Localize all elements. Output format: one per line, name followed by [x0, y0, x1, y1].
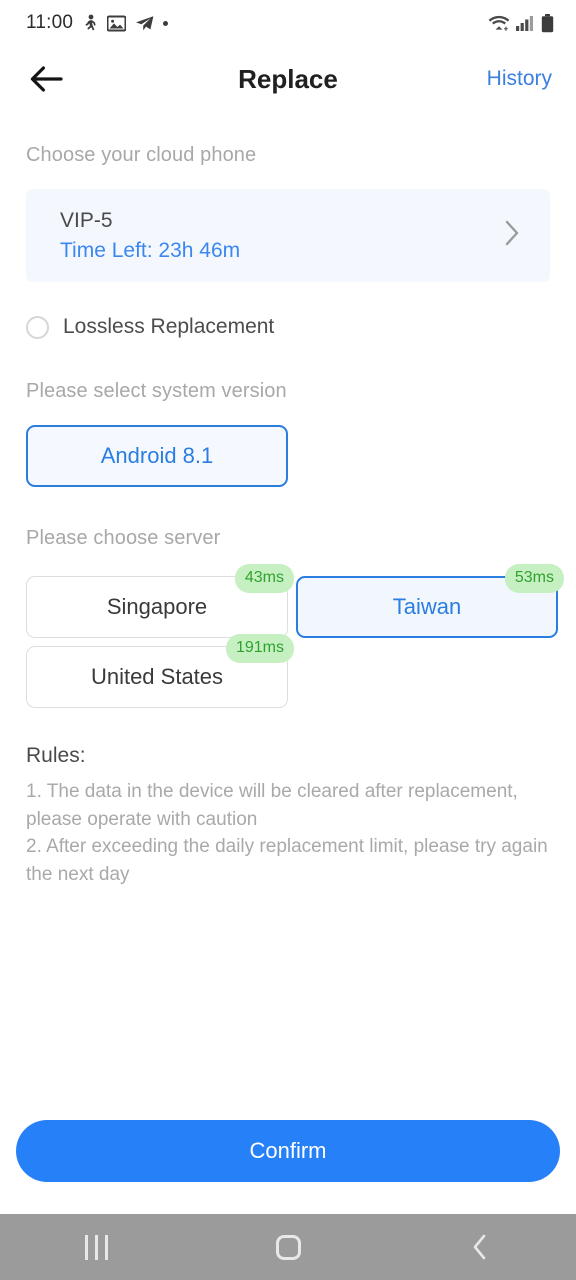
system-version-options: Android 8.1 — [26, 425, 550, 487]
server-section-label: Please choose server — [26, 527, 221, 549]
image-icon — [107, 15, 127, 31]
recents-icon — [84, 1234, 108, 1260]
confirm-button[interactable]: Confirm — [16, 1120, 560, 1182]
dot-icon — [163, 20, 169, 26]
lossless-replacement-option[interactable]: Lossless Replacement — [26, 312, 550, 342]
server-cell: Singapore 43ms — [26, 564, 294, 638]
server-ping-badge-united-states: 191ms — [225, 634, 294, 663]
system-version-option-android81[interactable]: Android 8.1 — [26, 425, 288, 487]
system-version-section-label: Please select system version — [26, 380, 287, 402]
cloud-phone-card[interactable]: VIP-5 Time Left: 23h 46m — [26, 189, 550, 282]
lossless-replacement-radio[interactable] — [26, 315, 49, 339]
rules-section: Rules: 1. The data in the device will be… — [26, 744, 550, 888]
signal-bars-icon — [516, 16, 533, 31]
app-header: Replace History — [0, 46, 576, 112]
nav-back-icon — [473, 1234, 486, 1260]
chevron-right-icon — [504, 220, 520, 251]
status-bar-left: 11:00 — [26, 12, 169, 34]
footer-actions: Confirm — [0, 1120, 576, 1214]
cloud-phone-card-texts: VIP-5 Time Left: 23h 46m — [60, 209, 240, 263]
home-icon — [275, 1234, 301, 1260]
person-walking-icon — [85, 14, 96, 31]
nav-recents-button[interactable] — [36, 1214, 156, 1280]
server-ping-badge-taiwan: 53ms — [504, 564, 564, 593]
nav-home-button[interactable] — [228, 1214, 348, 1280]
rules-body: 1. The data in the device will be cleare… — [26, 781, 548, 885]
status-bar: 11:00 — [0, 0, 576, 46]
rules-title: Rules: — [26, 744, 86, 767]
cloud-phone-section-label: Choose your cloud phone — [26, 144, 257, 166]
cloud-phone-name: VIP-5 — [60, 208, 113, 232]
android-navigation-bar — [0, 1214, 576, 1280]
status-bar-right — [488, 13, 554, 33]
history-link[interactable]: History — [487, 67, 552, 91]
battery-icon — [541, 13, 554, 32]
app-screen: 11:00 Replace History Choose your cloud … — [0, 0, 576, 1280]
lossless-replacement-label: Lossless Replacement — [63, 315, 275, 338]
server-cell: United States 191ms — [26, 634, 294, 708]
server-cell: Taiwan 53ms — [296, 564, 564, 638]
cloud-phone-time-left: Time Left: 23h 46m — [60, 238, 241, 262]
main-content: Choose your cloud phone VIP-5 Time Left:… — [0, 112, 576, 1120]
telegram-icon — [136, 15, 154, 30]
status-bar-clock: 11:00 — [26, 12, 74, 33]
nav-back-button[interactable] — [420, 1214, 540, 1280]
wifi-icon — [488, 15, 510, 31]
arrow-left-icon — [30, 66, 63, 92]
server-options: Singapore 43ms Taiwan 53ms United States… — [26, 564, 564, 708]
back-button[interactable] — [24, 56, 70, 102]
server-ping-badge-singapore: 43ms — [234, 564, 294, 593]
